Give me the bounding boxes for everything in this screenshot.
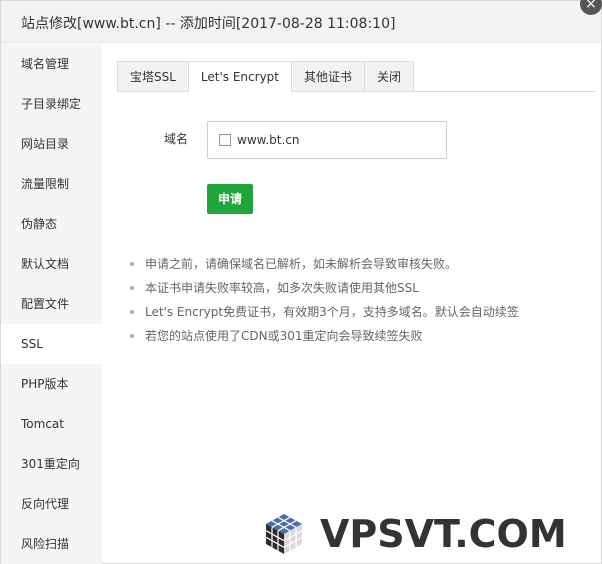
sidebar-item-tomcat[interactable]: Tomcat <box>1 404 102 444</box>
tab-lets-encrypt[interactable]: Let's Encrypt <box>188 61 292 92</box>
note-item: Let's Encrypt免费证书，有效期3个月，支持多域名。默认会自动续签 <box>128 300 519 324</box>
sidebar-item-rewrite[interactable]: 伪静态 <box>1 204 102 244</box>
domain-label: 域名 <box>164 132 189 146</box>
tab-other-certificate[interactable]: 其他证书 <box>292 61 366 92</box>
cube-logo-icon <box>265 514 303 554</box>
dialog-title: 站点修改[www.bt.cn] -- 添加时间[2017-08-28 11:08… <box>21 16 396 32</box>
ssl-tabs: 宝塔SSL Let's Encrypt 其他证书 关闭 <box>117 61 415 92</box>
sidebar-item-risk-scan[interactable]: 风险扫描 <box>1 524 102 564</box>
apply-button[interactable]: 申请 <box>207 184 253 214</box>
watermark: VPSVT.COM <box>264 511 567 557</box>
sidebar-item-301-redirect[interactable]: 301重定向 <box>1 444 102 484</box>
sidebar-item-reverse-proxy[interactable]: 反向代理 <box>1 484 102 524</box>
dialog-titlebar: 站点修改[www.bt.cn] -- 添加时间[2017-08-28 11:08… <box>1 1 601 43</box>
sidebar-item-ssl[interactable]: SSL <box>1 324 102 364</box>
domain-checkbox[interactable] <box>219 134 231 146</box>
ssl-panel: 宝塔SSL Let's Encrypt 其他证书 关闭 域名 www.bt.cn… <box>102 44 601 563</box>
domain-list: www.bt.cn <box>207 121 447 159</box>
sidebar-item-domain-management[interactable]: 域名管理 <box>1 44 102 84</box>
note-item: 本证书申请失败率较高，如多次失败请使用其他SSL <box>128 276 519 300</box>
sidebar-item-config-file[interactable]: 配置文件 <box>1 284 102 324</box>
sidebar-item-php-version[interactable]: PHP版本 <box>1 364 102 404</box>
watermark-text: VPSVT.COM <box>320 512 567 556</box>
sidebar: 域名管理 子目录绑定 网站目录 流量限制 伪静态 默认文档 配置文件 SSL P… <box>1 44 102 564</box>
notes-list: 申请之前，请确保域名已解析，如未解析会导致审核失败。 本证书申请失败率较高，如多… <box>128 252 519 348</box>
sidebar-item-site-directory[interactable]: 网站目录 <box>1 124 102 164</box>
sidebar-item-default-document[interactable]: 默认文档 <box>1 244 102 284</box>
tab-close-ssl[interactable]: 关闭 <box>365 61 415 92</box>
tab-bt-ssl[interactable]: 宝塔SSL <box>117 61 189 92</box>
site-edit-dialog: 站点修改[www.bt.cn] -- 添加时间[2017-08-28 11:08… <box>0 0 602 564</box>
domain-name: www.bt.cn <box>237 133 300 147</box>
note-item: 申请之前，请确保域名已解析，如未解析会导致审核失败。 <box>128 252 519 276</box>
note-item: 若您的站点使用了CDN或301重定向会导致续签失败 <box>128 324 519 348</box>
sidebar-item-subdirectory-binding[interactable]: 子目录绑定 <box>1 84 102 124</box>
sidebar-item-traffic-limit[interactable]: 流量限制 <box>1 164 102 204</box>
